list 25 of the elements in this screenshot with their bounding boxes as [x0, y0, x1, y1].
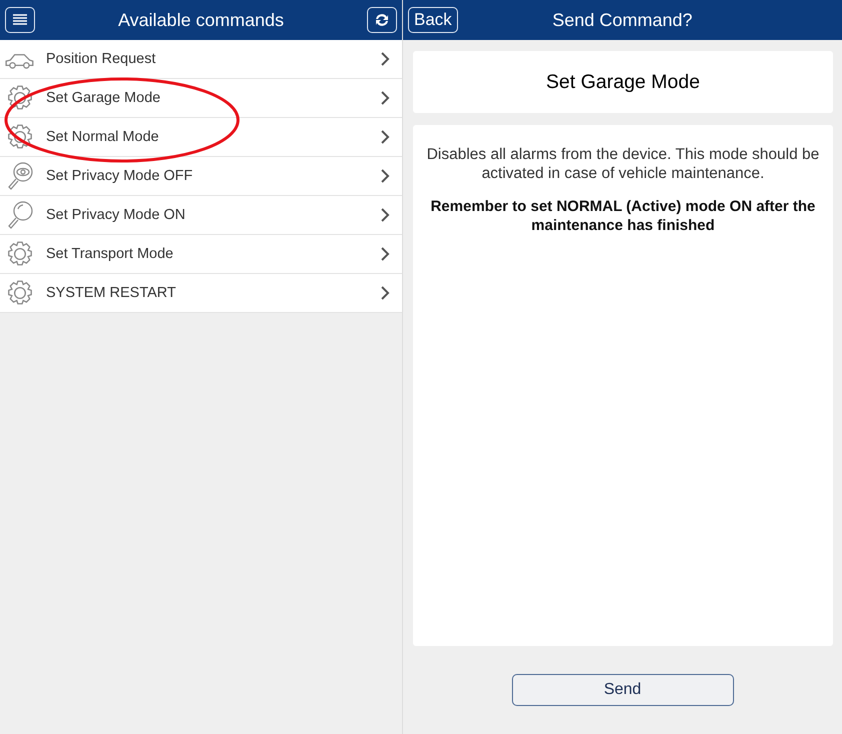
- command-item[interactable]: Set Privacy Mode OFF: [0, 157, 402, 196]
- chevron-icon: [380, 286, 390, 300]
- menu-button[interactable]: [5, 7, 35, 33]
- back-button[interactable]: Back: [408, 7, 458, 33]
- refresh-icon: [373, 12, 391, 28]
- command-item[interactable]: SYSTEM RESTART: [0, 274, 402, 313]
- chevron-icon: [380, 208, 390, 222]
- chevron-icon: [380, 169, 390, 183]
- header-title: Available commands: [117, 10, 285, 30]
- chevron-icon: [380, 52, 390, 66]
- command-item[interactable]: Set Privacy Mode ON: [0, 196, 402, 235]
- send-button[interactable]: Send: [512, 674, 734, 706]
- header-title: Send Command?: [551, 10, 694, 30]
- description-text: Disables all alarms from the device. This mode should be activated in case of vehicle maintenance.: [426, 145, 820, 183]
- command-title: Set Garage Mode: [413, 51, 833, 113]
- command-item[interactable]: Set Garage Mode: [0, 79, 402, 118]
- refresh-button[interactable]: [367, 7, 397, 33]
- chevron-icon: [380, 91, 390, 105]
- warning-text: Remember to set NORMAL (Active) mode ON after the maintenance has finished: [430, 197, 816, 235]
- command-item[interactable]: Set Transport Mode: [0, 235, 402, 274]
- chevron-icon: [380, 130, 390, 144]
- command-item[interactable]: Set Normal Mode: [0, 118, 402, 157]
- menu-icon: [11, 13, 29, 27]
- chevron-icon: [380, 247, 390, 261]
- command-item[interactable]: Position Request: [0, 40, 402, 79]
